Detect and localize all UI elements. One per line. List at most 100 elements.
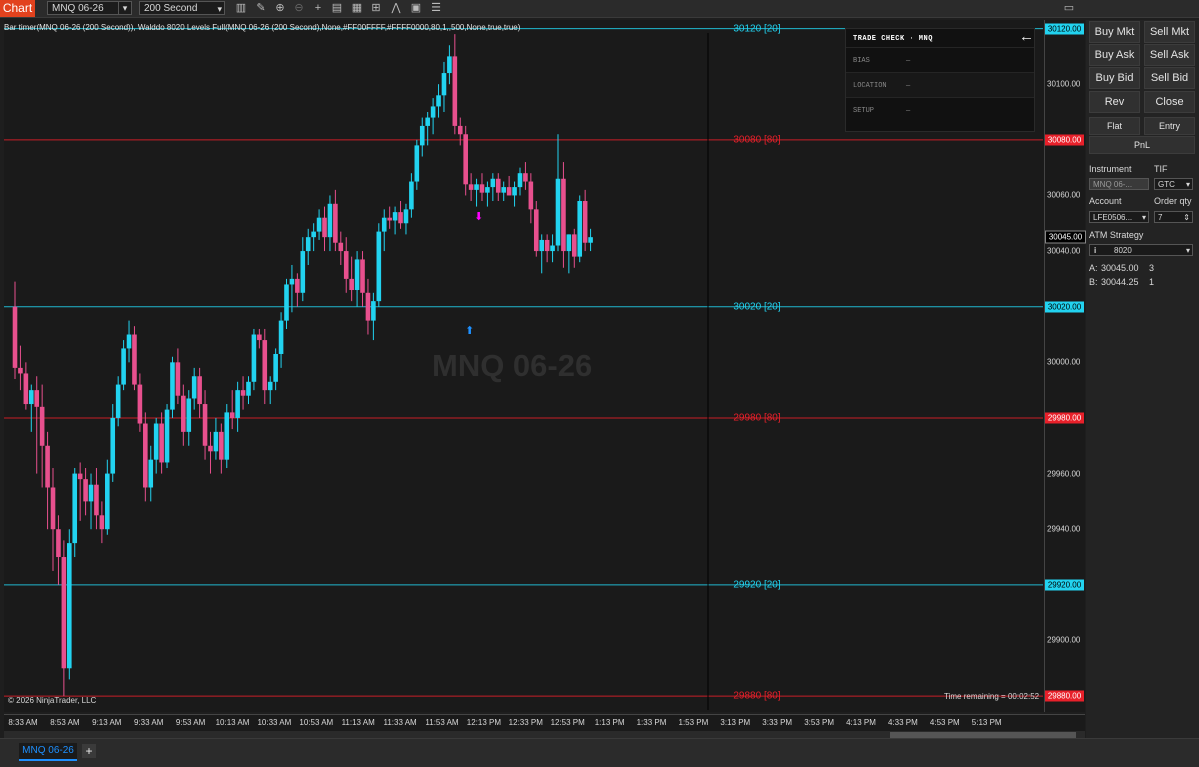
data-box-icon[interactable]: ▤ [330,1,344,15]
period-selector[interactable]: 200 Second ▾ [139,1,225,15]
time-tick-label: 3:33 PM [762,718,793,727]
arrow-left-icon[interactable]: ← [1019,28,1034,45]
flat-button[interactable]: Flat [1089,117,1140,135]
account-value: LFE0506... [1093,213,1133,222]
chevron-down-icon[interactable]: ▾ [118,2,131,14]
buy-ask-button[interactable]: Buy Ask [1089,44,1140,66]
add-tab-icon[interactable]: + [82,744,96,758]
chart-window-label[interactable]: Chart [0,0,35,17]
trade-check-row-location: LOCATION — [846,72,1034,97]
time-tick-label: 3:53 PM [804,718,834,727]
chart-trader-icon[interactable]: ☰ [429,1,443,15]
info-icon[interactable]: i [1094,245,1096,257]
location-value: — [906,82,911,90]
time-tick-label: 11:33 AM [383,718,417,727]
tif-label: TIF [1154,164,1168,174]
level-label: 30080 [80] [733,134,781,146]
level-price-badge: 30120.00 [1045,23,1084,35]
sell-bid-button[interactable]: Sell Bid [1144,67,1195,89]
zoom-out-icon[interactable]: ⊖ [292,1,306,15]
ask-label: A: [1089,263,1098,273]
time-axis[interactable] [4,714,1085,731]
account-select[interactable]: LFE0506... ▾ [1089,211,1149,223]
reverse-button[interactable]: Rev [1089,91,1140,113]
last-price-badge: 30045.00 [1045,230,1086,244]
time-tick-label: 11:13 AM [341,718,375,727]
chevron-down-icon[interactable]: ▾ [217,2,222,16]
buy-bid-button[interactable]: Buy Bid [1089,67,1140,89]
level-label: 29980 [80] [733,412,781,424]
instrument-field: MNQ 06-... [1089,178,1149,190]
order-qty-label: Order qty [1154,196,1192,206]
chevron-down-icon: ▾ [1185,180,1190,189]
instrument-selector[interactable]: MNQ 06-26 ▾ [47,1,132,15]
time-tick-label: 9:33 AM [134,718,164,727]
bid-size: 1 [1149,277,1155,287]
templates-icon[interactable]: ▣ [409,1,423,15]
draw-pencil-icon[interactable]: ✎ [254,1,268,15]
bottom-tab-bar: MNQ 06-26 + [0,738,1199,767]
zoom-in-icon[interactable]: ⊕ [273,1,287,15]
setup-value: — [906,107,911,115]
stepper-icon[interactable]: ⇕ [1183,212,1190,224]
time-tick-label: 12:13 PM [466,718,502,727]
copyright-text: © 2026 NinjaTrader, LLC [8,696,97,705]
ask-size: 3 [1149,263,1155,273]
order-qty-value: 7 [1158,213,1163,222]
bid-price: 30044.25 [1101,277,1139,287]
setup-label: SETUP [853,107,875,115]
tab-mnq[interactable]: MNQ 06-26 [19,743,77,761]
level-label: 29920 [20] [733,579,781,591]
order-qty-stepper[interactable]: 7 ⇕ [1154,211,1193,223]
time-tick-label: 5:13 PM [971,718,1002,727]
crosshair-icon[interactable]: + [311,1,325,15]
pnl-button[interactable]: PnL [1089,136,1195,154]
close-button[interactable]: Close [1144,91,1195,113]
level-price-badge: 29880.00 [1045,690,1084,702]
tif-select[interactable]: GTC ▾ [1154,178,1193,190]
time-tick-label: 9:53 AM [175,718,206,727]
trade-check-title: TRADE CHECK · MNQ [853,35,933,43]
sell-market-button[interactable]: Sell Mkt [1144,21,1195,43]
chevron-down-icon: ▾ [1185,246,1190,255]
time-tick-label: 4:33 PM [887,718,918,727]
instrument-label: Instrument [1089,164,1132,174]
level-price-badge: 29920.00 [1045,579,1084,591]
bar-type-icon[interactable]: ▥ [234,1,248,15]
instrument-value: MNQ 06-26 [52,3,104,14]
chart-trader-panel: Buy Mkt Sell Mkt Buy Ask Sell Ask Buy Bi… [1086,20,1199,750]
time-tick-label: 10:33 AM [257,718,292,727]
time-tick-label: 4:53 PM [929,718,960,727]
chevron-down-icon: ▾ [1141,213,1146,222]
atm-strategy-label: ATM Strategy [1089,230,1144,240]
strategies-icon[interactable]: ⊞ [369,1,383,15]
price-tick-label: 29940.00 [1047,524,1081,534]
ask-price: 30045.00 [1101,263,1139,273]
price-tick-label: 30060.00 [1047,190,1081,200]
price-tick-label: 29900.00 [1047,635,1081,645]
time-tick-label: 12:53 PM [550,718,585,727]
entry-button[interactable]: Entry [1144,117,1195,135]
bar-timer: Time remaining = 00:02:52 [944,692,1040,701]
time-tick-label: 1:53 PM [678,718,709,727]
time-tick-label: 4:13 PM [846,718,876,727]
time-tick-label: 10:53 AM [299,718,334,727]
level-price-badge: 30080.00 [1045,134,1084,146]
time-tick-label: 8:33 AM [8,718,38,727]
atm-strategy-value: 8020 [1114,246,1132,255]
price-tick-label: 30100.00 [1047,79,1081,89]
window-save-icon[interactable]: ▭ [1062,1,1076,15]
properties-icon[interactable]: ▦ [350,1,364,15]
bid-label: B: [1089,277,1098,287]
atm-strategy-select[interactable]: i 8020 ▾ [1089,244,1193,256]
level-price-badge: 30020.00 [1045,301,1084,313]
level-label: 30120 [20] [733,23,781,35]
bias-label: BIAS [853,57,870,65]
location-label: LOCATION [853,82,887,90]
time-tick-label: 1:33 PM [636,718,667,727]
buy-market-button[interactable]: Buy Mkt [1089,21,1140,43]
indicators-icon[interactable]: ⋀ [389,1,403,15]
time-tick-label: 10:13 AM [215,718,250,727]
bias-value: — [906,57,911,65]
sell-ask-button[interactable]: Sell Ask [1144,44,1195,66]
